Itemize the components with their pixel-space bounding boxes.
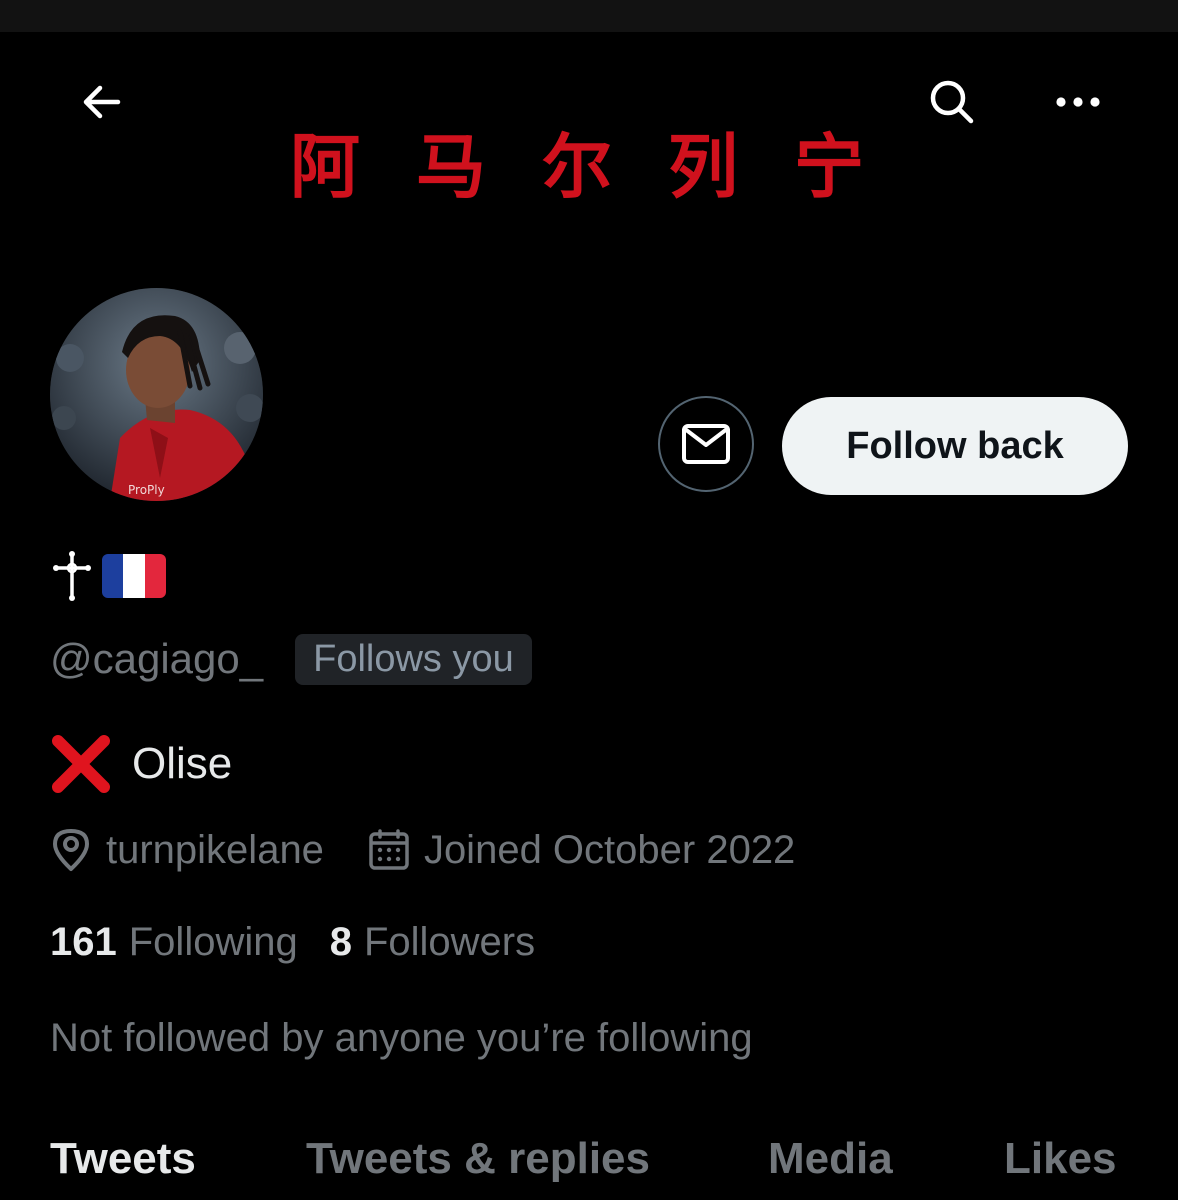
calendar-icon xyxy=(369,829,409,870)
display-name xyxy=(50,548,166,604)
banner-title-char: 列 xyxy=(668,126,794,208)
message-button[interactable] xyxy=(658,396,754,492)
more-horizontal-icon xyxy=(1056,97,1100,107)
profile-meta: turnpikelane Joined October 2022 xyxy=(50,822,839,878)
banner-title-char: 阿 xyxy=(290,126,416,208)
banner-title-char: 尔 xyxy=(542,126,668,208)
svg-text:ProPly: ProPly xyxy=(128,483,165,497)
location: turnpikelane xyxy=(50,827,324,873)
user-handle: @cagiago_ xyxy=(50,635,264,682)
handle-row: @cagiago_ Follows you xyxy=(50,630,532,688)
follows-you-badge: Follows you xyxy=(295,633,532,685)
banner-title: 阿 马 尔 列 宁 xyxy=(290,122,910,212)
follow-stats: 161 Following 8 Followers xyxy=(50,914,535,970)
more-button[interactable] xyxy=(1036,62,1120,142)
avatar[interactable]: ProPly xyxy=(50,288,263,501)
mail-icon xyxy=(682,424,730,464)
follow-back-button[interactable]: Follow back xyxy=(782,397,1128,495)
bio-text: Olise xyxy=(132,739,233,788)
joined-text: Joined October 2022 xyxy=(423,827,796,872)
back-button[interactable] xyxy=(62,62,142,142)
banner-title-char: 马 xyxy=(416,126,542,208)
cross-mark-emoji xyxy=(52,735,110,793)
bio: Olise xyxy=(50,730,232,798)
not-followed-notice: Not followed by anyone you’re following xyxy=(50,1016,753,1060)
search-icon xyxy=(930,80,974,124)
following-stat[interactable]: 161 Following xyxy=(50,920,298,965)
banner-title-char: 宁 xyxy=(794,126,920,208)
followers-count: 8 xyxy=(329,919,352,964)
location-text: turnpikelane xyxy=(106,827,324,872)
status-bar-strip xyxy=(0,0,1178,32)
following-count: 161 xyxy=(50,919,117,964)
tab-media[interactable]: Media xyxy=(768,1126,893,1192)
avatar-image: ProPly xyxy=(50,288,263,501)
followers-label: Followers xyxy=(363,919,536,964)
arrow-left-icon xyxy=(83,85,121,119)
joined-date: Joined October 2022 xyxy=(368,828,795,873)
followers-stat[interactable]: 8 Followers xyxy=(330,920,535,965)
france-flag-icon xyxy=(102,554,166,598)
profile-tabs: Tweets Tweets & replies Media Likes xyxy=(0,1126,1178,1200)
cross-icon xyxy=(53,551,91,601)
tab-likes[interactable]: Likes xyxy=(1004,1126,1117,1192)
tab-tweets[interactable]: Tweets xyxy=(50,1126,196,1192)
following-label: Following xyxy=(128,919,298,964)
location-pin-icon xyxy=(53,829,89,871)
tab-tweets-and-replies[interactable]: Tweets & replies xyxy=(306,1126,650,1192)
search-button[interactable] xyxy=(910,62,994,142)
